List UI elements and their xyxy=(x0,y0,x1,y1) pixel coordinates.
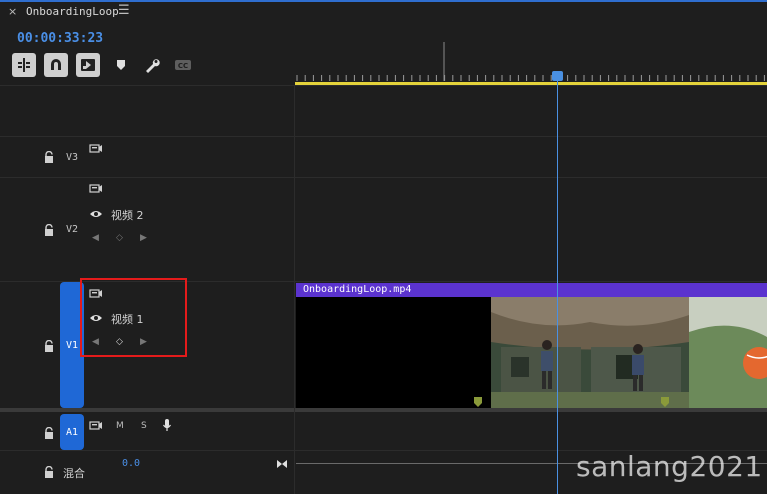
captions-button[interactable]: CC xyxy=(174,57,192,73)
next-keyframe-icon[interactable]: ▶ xyxy=(140,233,147,243)
previous-keyframe-icon[interactable]: ◀ xyxy=(92,233,99,243)
microphone-icon[interactable] xyxy=(162,418,172,433)
watermark-text: sanlang2021 xyxy=(576,450,763,483)
nest-sequence-toggle[interactable] xyxy=(12,53,36,77)
mix-volume-value[interactable]: 0.0 xyxy=(122,458,140,469)
lock-icon[interactable] xyxy=(43,340,55,352)
divider xyxy=(0,177,767,178)
eye-icon[interactable] xyxy=(89,209,103,219)
playhead-timecode[interactable]: 00:00:33:23 xyxy=(17,31,103,46)
mute-button[interactable]: M xyxy=(116,421,124,431)
magnet-icon xyxy=(51,59,61,70)
playhead-handle[interactable] xyxy=(552,71,563,81)
time-ruler[interactable] xyxy=(295,40,767,84)
sync-lock-icon[interactable] xyxy=(89,143,103,155)
snap-button[interactable] xyxy=(44,53,68,77)
add-keyframe-icon[interactable]: ◇ xyxy=(116,233,123,243)
sync-lock-icon[interactable] xyxy=(89,183,103,195)
sequence-tab-title[interactable]: OnboardingLoop xyxy=(26,5,119,18)
track-name-v1[interactable]: V1 xyxy=(66,340,78,351)
marker-icon xyxy=(117,60,125,70)
linked-selection-button[interactable] xyxy=(76,53,100,77)
track-name-v3[interactable]: V3 xyxy=(66,152,78,163)
video-audio-divider[interactable] xyxy=(0,408,767,412)
playhead-line[interactable] xyxy=(557,80,558,494)
clip-marker[interactable] xyxy=(473,397,483,408)
close-icon[interactable]: × xyxy=(8,5,17,18)
clip-marker[interactable] xyxy=(660,397,670,408)
closed-captions-icon: CC xyxy=(175,60,191,70)
lock-icon[interactable] xyxy=(43,466,55,478)
sync-lock-icon[interactable] xyxy=(89,420,103,432)
clip-thumbnail xyxy=(491,297,767,408)
solo-button[interactable]: S xyxy=(141,421,147,431)
panel-menu-icon[interactable]: ☰ xyxy=(118,3,130,18)
go-to-end-icon[interactable] xyxy=(276,459,288,469)
svg-text:CC: CC xyxy=(178,62,188,70)
divider xyxy=(0,136,767,137)
track-label-v2[interactable]: 视频 2 xyxy=(111,207,144,223)
timeline-settings-button[interactable] xyxy=(143,57,161,73)
add-marker-button[interactable] xyxy=(112,57,130,73)
track-name-v2[interactable]: V2 xyxy=(66,224,78,235)
divider xyxy=(0,85,767,86)
lock-icon[interactable] xyxy=(43,151,55,163)
track-name-a1[interactable]: A1 xyxy=(66,427,78,438)
lock-icon[interactable] xyxy=(43,427,55,439)
lock-icon[interactable] xyxy=(43,224,55,236)
clip-name: OnboardingLoop.mp4 xyxy=(303,284,412,295)
mix-track-label: 混合 xyxy=(63,467,85,480)
highlight-box xyxy=(80,278,187,357)
track-header-divider xyxy=(294,85,295,494)
wrench-icon xyxy=(146,59,160,73)
insert-overwrite-icon xyxy=(18,58,30,72)
linked-selection-icon xyxy=(81,59,95,71)
